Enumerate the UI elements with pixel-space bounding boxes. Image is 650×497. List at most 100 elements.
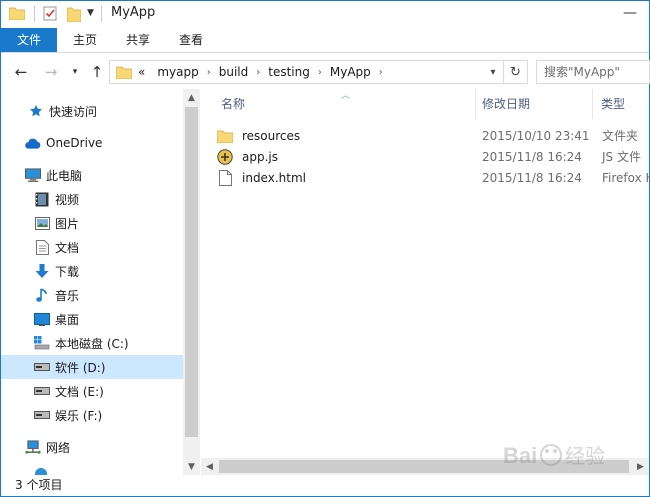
scrollbar-thumb[interactable] (185, 107, 198, 437)
tab-file[interactable]: 文件 (1, 28, 57, 52)
nav-item-this-pc[interactable]: 此电脑 (1, 163, 183, 187)
breadcrumb-testing[interactable]: testing (268, 65, 310, 79)
properties-icon[interactable] (43, 6, 58, 21)
column-header-name[interactable]: 名称 (221, 89, 245, 119)
recent-locations-chevron-icon[interactable]: ▾ (65, 62, 85, 82)
pictures-icon (34, 215, 50, 231)
nav-item-label: 音乐 (55, 288, 80, 303)
minimize-button[interactable]: — (621, 4, 639, 22)
explorer-window: ▼ MyApp — 文件 主页 共享 查看 ← → ▾ ↑ « myapp › … (0, 0, 650, 497)
nav-item-pictures[interactable]: 图片 (1, 211, 183, 235)
chevron-right-icon[interactable]: › (207, 67, 211, 78)
tab-home[interactable]: 主页 (63, 28, 107, 52)
nav-item-label: 文档 (E:) (55, 384, 104, 399)
file-row-index-html[interactable]: index.html 2015/11/8 16:24 Firefox H (217, 167, 650, 188)
html-file-icon (217, 169, 233, 186)
nav-item-drive-c[interactable]: 本地磁盘 (C:) (1, 331, 183, 355)
star-icon (28, 103, 44, 119)
file-row-resources[interactable]: resources 2015/10/10 23:41 文件夹 (217, 125, 649, 146)
document-icon (34, 239, 50, 255)
cloud-icon (25, 135, 41, 151)
drive-icon (34, 383, 50, 399)
nav-item-drive-f[interactable]: 娱乐 (F:) (1, 403, 183, 427)
music-icon (34, 287, 50, 303)
nav-item-label: 下载 (55, 264, 80, 279)
breadcrumb-build[interactable]: build (219, 65, 249, 79)
search-input[interactable]: 搜索"MyApp" (536, 60, 650, 84)
chevron-right-icon[interactable]: › (379, 67, 383, 78)
nav-item-drive-d[interactable]: 软件 (D:) (1, 355, 183, 379)
column-header-date[interactable]: 修改日期 (482, 89, 530, 119)
computer-icon (25, 167, 41, 183)
network-icon (25, 439, 41, 455)
system-drive-icon (34, 335, 50, 351)
refresh-icon[interactable]: ↻ (503, 61, 527, 83)
file-type: Firefox H (602, 170, 650, 185)
scroll-down-icon[interactable]: ▼ (183, 458, 200, 475)
chevron-right-icon[interactable]: › (256, 67, 260, 78)
homegroup-icon (34, 467, 48, 475)
item-count: 3 个项目 (15, 478, 63, 492)
ribbon-tabs: 文件 主页 共享 查看 (1, 28, 649, 53)
file-row-app-js[interactable]: app.js 2015/11/8 16:24 JS 文件 (217, 146, 649, 167)
title-bar: ▼ MyApp — (1, 1, 649, 28)
customize-toolbar-icon[interactable]: ▼ (87, 8, 94, 18)
nav-item-videos[interactable]: 视频 (1, 187, 183, 211)
column-divider[interactable] (592, 89, 593, 119)
desktop-icon (34, 311, 50, 327)
sort-ascending-icon: ︿ (341, 91, 351, 101)
nav-pane-scrollbar[interactable]: ▲ ▼ (183, 89, 200, 475)
folder-icon (9, 6, 25, 20)
scroll-up-icon[interactable]: ▲ (183, 89, 200, 106)
file-type: 文件夹 (602, 129, 639, 143)
breadcrumb-myapp[interactable]: myapp (157, 65, 198, 79)
column-header-type[interactable]: 类型 (601, 89, 625, 119)
nav-item-drive-e[interactable]: 文档 (E:) (1, 379, 183, 403)
breadcrumb-current[interactable]: MyApp (330, 65, 371, 79)
nav-item-label: 桌面 (55, 312, 80, 327)
address-dropdown-icon[interactable]: ▾ (485, 64, 501, 80)
svg-text:经验: 经验 (565, 445, 605, 468)
window-title: MyApp (111, 5, 156, 20)
column-divider[interactable] (475, 89, 476, 119)
scroll-left-icon[interactable]: ◀ (201, 458, 218, 475)
nav-item-label: 网络 (46, 440, 71, 455)
svg-text:Bai: Bai (503, 443, 537, 468)
toolbar-divider (34, 6, 35, 22)
new-folder-icon[interactable] (67, 6, 81, 22)
nav-item-desktop[interactable]: 桌面 (1, 307, 183, 331)
nav-item-downloads[interactable]: 下载 (1, 259, 183, 283)
toolbar-divider (101, 6, 102, 22)
nav-item-label: 软件 (D:) (55, 360, 106, 375)
folder-icon (116, 65, 132, 79)
drive-icon (34, 407, 50, 423)
nav-item-onedrive[interactable]: OneDrive (1, 131, 183, 155)
file-list: ︿ 名称 修改日期 类型 resources 2015/10/10 23:41 … (201, 89, 650, 475)
nav-item-music[interactable]: 音乐 (1, 283, 183, 307)
file-date: 2015/11/8 16:24 (482, 170, 582, 185)
nav-item-documents[interactable]: 文档 (1, 235, 183, 259)
nav-item-label: OneDrive (46, 136, 103, 150)
video-icon (34, 191, 50, 207)
nav-item-label: 快速访问 (49, 104, 98, 119)
forward-arrow-icon[interactable]: → (41, 62, 61, 82)
nav-item-label: 本地磁盘 (C:) (55, 336, 129, 351)
chevron-right-icon[interactable]: › (318, 67, 322, 78)
back-arrow-icon[interactable]: ← (11, 62, 31, 82)
file-name: app.js (242, 149, 278, 164)
nav-item-quick-access[interactable]: 快速访问 (1, 99, 183, 123)
address-bar[interactable]: « myapp › build › testing › MyApp › ▾ ↻ (109, 60, 528, 84)
up-arrow-icon[interactable]: ↑ (87, 62, 107, 82)
breadcrumb-overflow[interactable]: « (138, 65, 145, 79)
file-type: JS 文件 (602, 150, 641, 164)
file-name: resources (242, 128, 301, 143)
folder-icon (217, 128, 233, 144)
status-bar: 3 个项目 (1, 475, 649, 496)
drive-icon (34, 359, 50, 375)
file-name: index.html (242, 170, 306, 185)
tab-share[interactable]: 共享 (116, 28, 160, 52)
download-icon (34, 263, 50, 279)
tab-view[interactable]: 查看 (169, 28, 213, 52)
nav-item-network[interactable]: 网络 (1, 435, 183, 459)
file-date: 2015/11/8 16:24 (482, 149, 582, 164)
